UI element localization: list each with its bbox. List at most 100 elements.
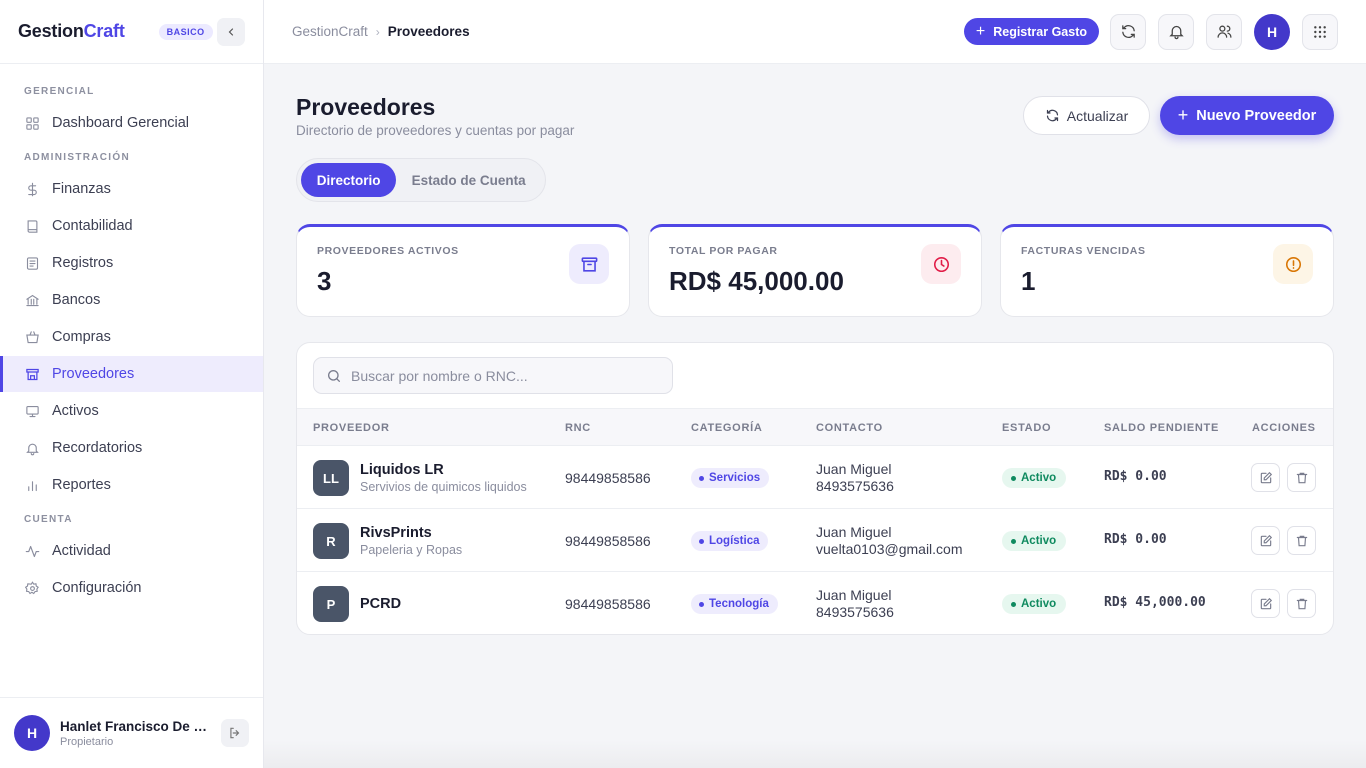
sidebar-item-actividad[interactable]: Actividad (0, 533, 263, 569)
stat-value: RD$ 45,000.00 (669, 266, 844, 296)
nav-section-cuenta: CUENTA (24, 514, 73, 525)
search-box[interactable] (313, 357, 673, 394)
provider-rnc: 98449858586 (565, 596, 651, 612)
sidebar-item-registros[interactable]: Registros (0, 245, 263, 281)
book-icon (24, 218, 40, 234)
column-header-categoria[interactable]: CATEGORÍA (691, 422, 762, 434)
provider-name[interactable]: RivsPrints (360, 525, 432, 541)
column-header-rnc[interactable]: RNC (565, 422, 591, 434)
new-provider-label: Nuevo Proveedor (1196, 107, 1317, 124)
page-subtitle: Directorio de proveedores y cuentas por … (296, 123, 575, 138)
delete-button[interactable] (1287, 463, 1316, 492)
column-header-estado[interactable]: ESTADO (1002, 422, 1051, 434)
edit-button[interactable] (1251, 589, 1280, 618)
delete-button[interactable] (1287, 589, 1316, 618)
sidebar-item-reportes[interactable]: Reportes (0, 467, 263, 503)
refresh-list-button[interactable]: Actualizar (1023, 96, 1150, 135)
contact-info: vuelta0103@gmail.com (816, 541, 963, 557)
provider-description: Servivios de quimicos liquidos (360, 480, 527, 494)
user-profile[interactable]: H Hanlet Francisco De L... Propietario (0, 697, 263, 768)
column-header-contacto[interactable]: CONTACTO (816, 422, 883, 434)
refresh-button[interactable] (1110, 13, 1146, 50)
sidebar-item-activos[interactable]: Activos (0, 393, 263, 429)
user-info: Hanlet Francisco De L... Propietario (60, 719, 221, 748)
nav-section-gerencial: GERENCIAL (24, 86, 95, 97)
edit-icon (1260, 597, 1272, 609)
provider-rnc: 98449858586 (565, 533, 651, 549)
sidebar-item-proveedores[interactable]: Proveedores (0, 356, 263, 392)
column-header-acciones: ACCIONES (1252, 422, 1316, 434)
provider-description: Papeleria y Ropas (360, 543, 463, 557)
status-badge: Activo (1002, 594, 1067, 614)
sidebar-item-compras[interactable]: Compras (0, 319, 263, 355)
sidebar-item-label: Bancos (52, 292, 101, 308)
bank-icon (24, 292, 40, 308)
dollar-icon (24, 181, 40, 197)
sidebar-item-label: Dashboard Gerencial (52, 115, 190, 131)
sidebar-item-bancos[interactable]: Bancos (0, 282, 263, 318)
column-header-proveedor[interactable]: PROVEEDOR (313, 422, 390, 434)
sidebar-item-label: Activos (52, 403, 99, 419)
sidebar-item-label: Recordatorios (52, 440, 143, 456)
gear-icon (24, 580, 40, 596)
table-row[interactable]: P PCRD 98449858586 Tecnología Juan Migue… (297, 572, 1333, 634)
table-row[interactable]: R RivsPrints Papeleria y Ropas 984498585… (297, 509, 1333, 572)
delete-button[interactable] (1287, 526, 1316, 555)
edit-button[interactable] (1251, 463, 1280, 492)
dot-icon (1011, 475, 1016, 481)
notifications-button[interactable] (1158, 13, 1194, 50)
bell-icon (24, 440, 40, 456)
stat-value: 1 (1021, 266, 1036, 296)
apps-button[interactable] (1302, 13, 1338, 50)
trash-icon (1296, 472, 1307, 483)
tab-directorio[interactable]: Directorio (301, 163, 397, 197)
register-expense-button[interactable]: + Registrar Gasto (963, 18, 1099, 45)
sidebar-item-label: Contabilidad (52, 218, 133, 234)
store-icon (24, 366, 40, 382)
app-logo[interactable]: GestionCraft (18, 21, 125, 42)
sidebar-item-recordatorios[interactable]: Recordatorios (0, 430, 263, 466)
sidebar-item-finanzas[interactable]: Finanzas (0, 171, 263, 207)
search-icon (328, 369, 340, 382)
edit-button[interactable] (1251, 526, 1280, 555)
avatar[interactable]: H (1254, 13, 1290, 50)
register-expense-label: Registrar Gasto (993, 24, 1087, 39)
new-provider-button[interactable]: + Nuevo Proveedor (1160, 96, 1334, 135)
tab-estado-de-cuenta[interactable]: Estado de Cuenta (396, 163, 541, 197)
table-header: PROVEEDOR RNC CATEGORÍA CONTACTO ESTADO … (297, 408, 1333, 446)
status-label: Activo (1021, 535, 1057, 547)
breadcrumb-current: Proveedores (387, 24, 470, 39)
breadcrumb-root[interactable]: GestionCraft (292, 24, 368, 39)
column-header-saldo[interactable]: SALDO PENDIENTE (1104, 422, 1219, 434)
dot-icon (1011, 601, 1016, 607)
plus-icon: + (1177, 105, 1189, 125)
stat-label: PROVEEDORES ACTIVOS (317, 245, 459, 257)
sidebar-item-label: Registros (52, 255, 114, 271)
stat-card-total-payable: TOTAL POR PAGAR RD$ 45,000.00 (648, 224, 982, 317)
sidebar: GestionCraft BASICO GERENCIAL Dashboard … (0, 0, 264, 768)
alert-icon (1273, 244, 1313, 284)
activity-icon (24, 543, 40, 559)
sidebar-item-label: Compras (52, 329, 111, 345)
bell-icon (1168, 25, 1184, 40)
users-button[interactable] (1206, 13, 1242, 50)
edit-icon (1260, 471, 1272, 483)
contact-name: Juan Miguel (816, 461, 892, 477)
breadcrumb: GestionCraft › Proveedores (292, 24, 470, 39)
balance-amount: RD$ 0.00 (1104, 532, 1167, 547)
sidebar-item-contabilidad[interactable]: Contabilidad (0, 208, 263, 244)
dot-icon (699, 538, 704, 544)
category-badge: Tecnología (691, 594, 778, 614)
table-row[interactable]: LL Liquidos LR Servivios de quimicos liq… (297, 446, 1333, 509)
archive-icon (569, 244, 609, 284)
refresh-icon (1046, 109, 1058, 122)
search-input[interactable] (351, 367, 651, 384)
user-name: Hanlet Francisco De L... (60, 718, 208, 734)
logout-button[interactable] (221, 719, 249, 747)
collapse-sidebar-button[interactable] (217, 17, 245, 46)
sidebar-item-dashboard[interactable]: Dashboard Gerencial (0, 105, 263, 141)
provider-name[interactable]: Liquidos LR (360, 462, 444, 478)
category-badge: Logística (691, 531, 769, 551)
sidebar-item-configuracion[interactable]: Configuración (0, 570, 263, 606)
provider-name[interactable]: PCRD (360, 596, 401, 612)
